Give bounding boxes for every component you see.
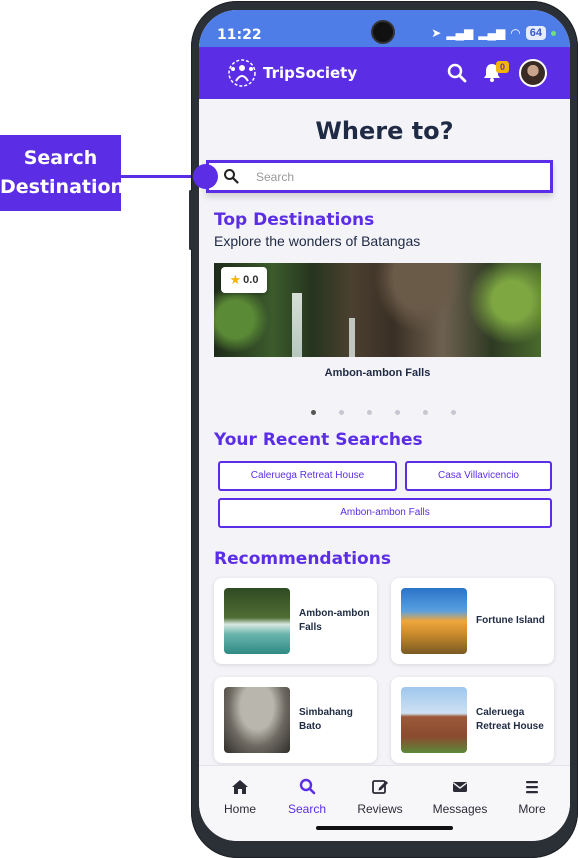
- carousel-dot[interactable]: [311, 410, 316, 415]
- recommendation-card[interactable]: Fortune Island: [391, 578, 554, 664]
- nav-search[interactable]: Search: [272, 776, 342, 816]
- home-icon: [232, 780, 248, 794]
- recommendation-thumbnail: [401, 588, 467, 654]
- nav-messages[interactable]: Messages: [425, 776, 495, 816]
- star-icon: ★: [229, 272, 242, 287]
- nav-label: More: [518, 802, 546, 816]
- app-header: TripSociety 0: [199, 47, 570, 99]
- carousel-dot[interactable]: [451, 410, 456, 415]
- carousel-dot[interactable]: [423, 410, 428, 415]
- signal-icon: ▂▄▆: [446, 26, 474, 40]
- recommendation-thumbnail: [401, 687, 467, 753]
- search-bar[interactable]: [206, 160, 553, 193]
- carousel-dot[interactable]: [395, 410, 400, 415]
- nav-home[interactable]: Home: [205, 776, 275, 816]
- phone-screen: 11:22 ➤ ▂▄▆ ▂▄▆ ◠ 64 TripSociety 0 Where…: [199, 10, 570, 841]
- privacy-indicator: [551, 30, 556, 36]
- callout-line-2: Destination: [0, 176, 125, 198]
- recommendation-name: Simbahang Bato: [299, 707, 353, 732]
- location-icon: ➤: [431, 26, 442, 40]
- nav-label: Search: [287, 802, 327, 816]
- carousel-dot[interactable]: [339, 410, 344, 415]
- callout-pointer-dot: [193, 164, 218, 189]
- status-icons: ➤ ▂▄▆ ▂▄▆ ◠ 64: [431, 26, 556, 40]
- status-bar: 11:22 ➤ ▂▄▆ ▂▄▆ ◠ 64: [199, 10, 570, 47]
- recent-search-chip[interactable]: Casa Villavicencio: [405, 461, 552, 491]
- search-input[interactable]: [256, 168, 536, 186]
- recommendation-name: Ambon-ambon Falls: [299, 608, 370, 633]
- recommendation-name: Caleruega Retreat House: [476, 707, 544, 732]
- callout-line-1: Search: [23, 147, 98, 169]
- screenshot: Search Destination 11:22 ➤ ▂▄▆ ▂▄▆ ◠ 64: [0, 0, 578, 858]
- top-destinations-subtitle: Explore the wonders of Batangas: [214, 233, 421, 249]
- notification-badge: 0: [496, 61, 509, 73]
- recommendation-thumbnail: [224, 588, 290, 654]
- recommendation-card[interactable]: Caleruega Retreat House: [391, 677, 554, 763]
- rating-value: 0.0: [243, 274, 259, 286]
- carousel-dot[interactable]: [367, 410, 372, 415]
- wifi-icon: ◠: [510, 26, 521, 40]
- edit-icon: [372, 780, 388, 794]
- recent-searches-title: Your Recent Searches: [214, 430, 423, 450]
- featured-destination-name[interactable]: Ambon-ambon Falls: [214, 367, 541, 379]
- recent-search-chip[interactable]: Caleruega Retreat House: [218, 461, 397, 491]
- rating-badge: ★ 0.0: [221, 267, 267, 293]
- camera-notch: [373, 22, 393, 42]
- nav-more[interactable]: More: [497, 776, 567, 816]
- carousel-dots: [311, 410, 456, 415]
- search-icon[interactable]: [446, 62, 468, 84]
- search-destination-callout: Search Destination: [0, 135, 125, 211]
- top-destinations-title: Top Destinations: [214, 210, 375, 230]
- page-title: Where to?: [315, 117, 454, 145]
- brand-name: TripSociety: [263, 64, 358, 82]
- envelope-icon: [453, 782, 467, 792]
- recommendation-name: Fortune Island: [476, 615, 545, 626]
- recent-search-chip[interactable]: Ambon-ambon Falls: [218, 498, 552, 528]
- menu-icon: [526, 781, 538, 794]
- nav-label: Reviews: [357, 802, 403, 816]
- volume-button: [189, 190, 192, 250]
- tripsociety-logo-icon[interactable]: [226, 57, 258, 89]
- recommendation-card[interactable]: Simbahang Bato: [214, 677, 377, 763]
- nav-label: Home: [223, 802, 256, 816]
- battery-icon: 64: [525, 26, 546, 40]
- signal-icon-2: ▂▄▆: [478, 26, 506, 40]
- recommendation-thumbnail: [224, 687, 290, 753]
- recommendation-card[interactable]: Ambon-ambon Falls: [214, 578, 377, 664]
- recommendations-title: Recommendations: [214, 549, 391, 569]
- home-indicator[interactable]: [316, 826, 453, 830]
- status-time: 11:22: [217, 27, 262, 43]
- nav-reviews[interactable]: Reviews: [345, 776, 415, 816]
- nav-label: Messages: [432, 802, 488, 816]
- avatar[interactable]: [519, 59, 547, 87]
- search-icon: [299, 778, 316, 795]
- search-icon: [224, 169, 239, 184]
